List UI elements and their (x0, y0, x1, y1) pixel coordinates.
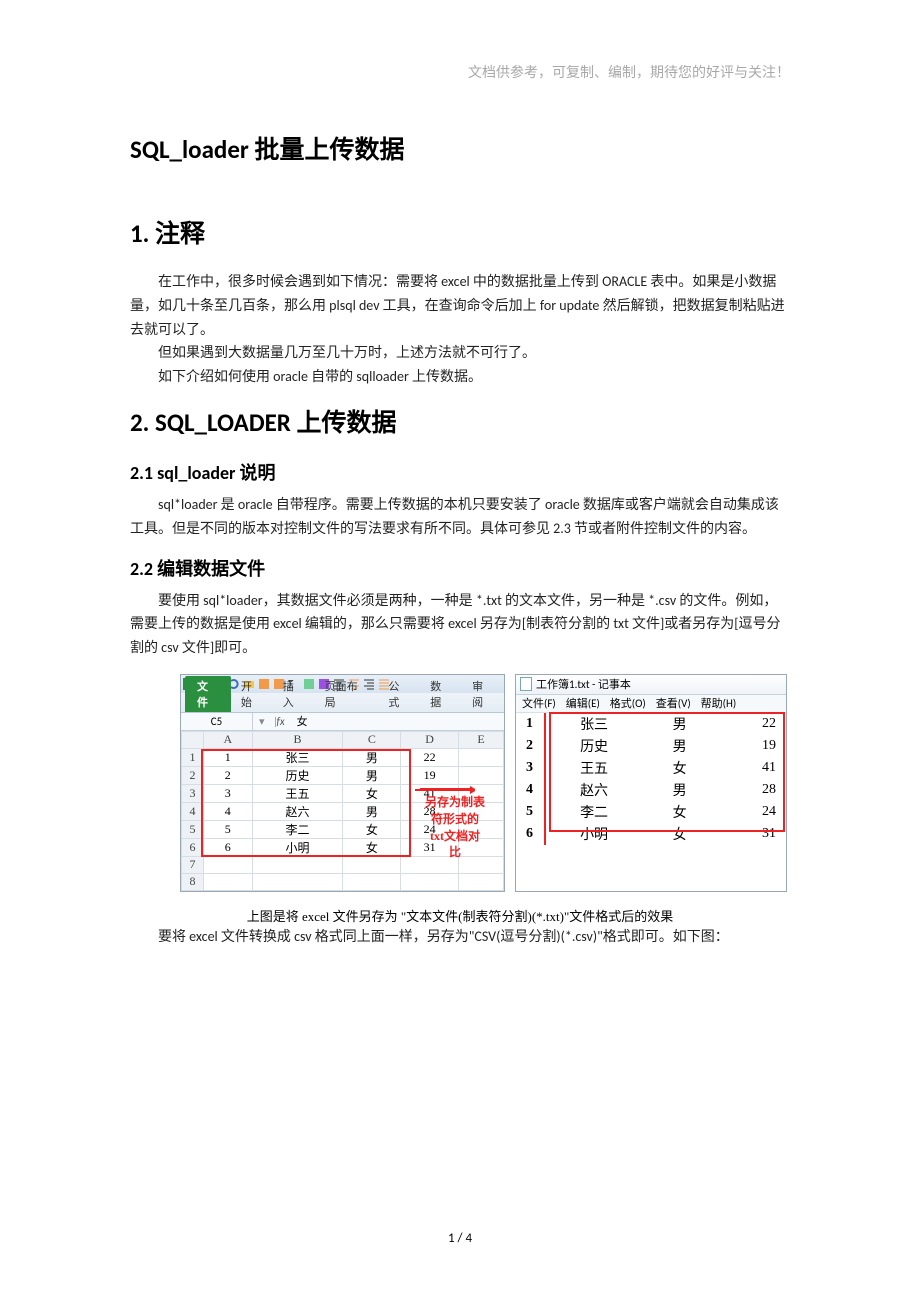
np-menu-edit[interactable]: 编辑(E) (566, 695, 600, 711)
notepad-menu: 文件(F) 编辑(E) 格式(O) 查看(V) 帮助(H) (516, 695, 786, 713)
row-header[interactable]: 8 (182, 873, 204, 890)
tab-formula[interactable]: 公式 (378, 676, 420, 712)
red-box-notepad (549, 712, 785, 832)
np-col-n: 2 (516, 735, 544, 757)
tab-insert[interactable]: 插入 (273, 676, 315, 712)
col-header-b[interactable]: B (252, 731, 343, 748)
col-header-d[interactable]: D (401, 731, 459, 748)
section-2-2-title: 2.2 编辑数据文件 (130, 555, 790, 581)
np-menu-view[interactable]: 查看(V) (656, 695, 691, 711)
cell[interactable] (401, 873, 459, 890)
np-menu-help[interactable]: 帮助(H) (701, 695, 737, 711)
cell[interactable] (459, 766, 504, 784)
tab-home[interactable]: 开始 (231, 676, 273, 712)
header-note: 文档供参考，可复制、编制，期待您的好评与关注！ (468, 62, 790, 82)
formula-bar: C5 ▾ fx 女 (181, 713, 504, 731)
cell[interactable] (343, 856, 401, 873)
cell[interactable] (459, 748, 504, 766)
select-all-corner[interactable] (182, 731, 204, 748)
cell[interactable] (459, 873, 504, 890)
s1-para-3: 如下介绍如何使用 oracle 自带的 sqlloader 上传数据。 (130, 365, 790, 389)
note-line-1: 另存为制表 (425, 794, 485, 811)
notepad-title-bar: 工作簿1.txt - 记事本 (516, 675, 786, 695)
np-menu-file[interactable]: 文件(F) (522, 695, 556, 711)
np-col-n: 5 (516, 801, 544, 823)
document-title: SQL_loader 批量上传数据 (130, 130, 790, 166)
post-caption-para: 要将 excel 文件转换成 csv 格式同上面一样，另存为"CSV(逗号分割)… (130, 925, 790, 949)
np-menu-format[interactable]: 格式(O) (610, 695, 646, 711)
section-1-title: 1. 注释 (130, 214, 790, 250)
cell[interactable] (204, 873, 253, 890)
s21-para: sql*loader 是 oracle 自带程序。需要上传数据的本机只要安装了 … (130, 493, 790, 541)
cell[interactable] (343, 873, 401, 890)
cell[interactable] (252, 873, 343, 890)
np-col-n: 6 (516, 823, 544, 845)
note-line-3: txt文档对 (425, 828, 485, 845)
np-col-n: 4 (516, 779, 544, 801)
cell[interactable] (252, 856, 343, 873)
red-box-excel (201, 749, 411, 857)
save-as-note: 另存为制表 符形式的 txt文档对 比 (425, 794, 485, 861)
red-separator-1 (544, 713, 546, 845)
np-col-n: 1 (516, 713, 544, 735)
s22-para: 要使用 sql*loader，其数据文件必须是两种，一种是 *.txt 的文本文… (130, 589, 790, 660)
figure-caption: 上图是将 excel 文件另存为 "文本文件(制表符分割)(*.txt)"文件格… (130, 906, 790, 925)
cell[interactable] (204, 856, 253, 873)
formula-value[interactable]: 女 (291, 713, 314, 729)
name-box[interactable]: C5 (181, 713, 253, 730)
note-line-4: 比 (425, 844, 485, 861)
notepad-title-text: 工作簿1.txt - 记事本 (536, 676, 631, 692)
tab-data[interactable]: 数据 (420, 676, 462, 712)
col-header-e[interactable]: E (459, 731, 504, 748)
s1-para-1: 在工作中，很多时候会遇到如下情况：需要将 excel 中的数据批量上传到 ORA… (130, 270, 790, 341)
file-tab[interactable]: 文件 (185, 676, 231, 712)
note-line-2: 符形式的 (425, 811, 485, 828)
sheet-row[interactable]: 8 (182, 873, 504, 890)
s1-para-2: 但如果遇到大数据量几万至几十万时，上述方法就不可行了。 (130, 341, 790, 365)
section-2-1-title: 2.1 sql_loader 说明 (130, 459, 790, 485)
row-header[interactable]: 7 (182, 856, 204, 873)
col-header-c[interactable]: C (343, 731, 401, 748)
tab-review[interactable]: 审阅 (462, 676, 504, 712)
page-number: 1 / 4 (0, 1231, 920, 1246)
tab-layout[interactable]: 页面布局 (315, 676, 379, 712)
red-arrow (420, 788, 470, 790)
col-header-a[interactable]: A (204, 731, 253, 748)
ribbon-tabs: 文件 开始 插入 页面布局 公式 数据 审阅 (181, 693, 504, 713)
section-2-title: 2. SQL_LOADER 上传数据 (130, 403, 790, 439)
notepad-icon (520, 677, 532, 691)
np-col-n: 3 (516, 757, 544, 779)
